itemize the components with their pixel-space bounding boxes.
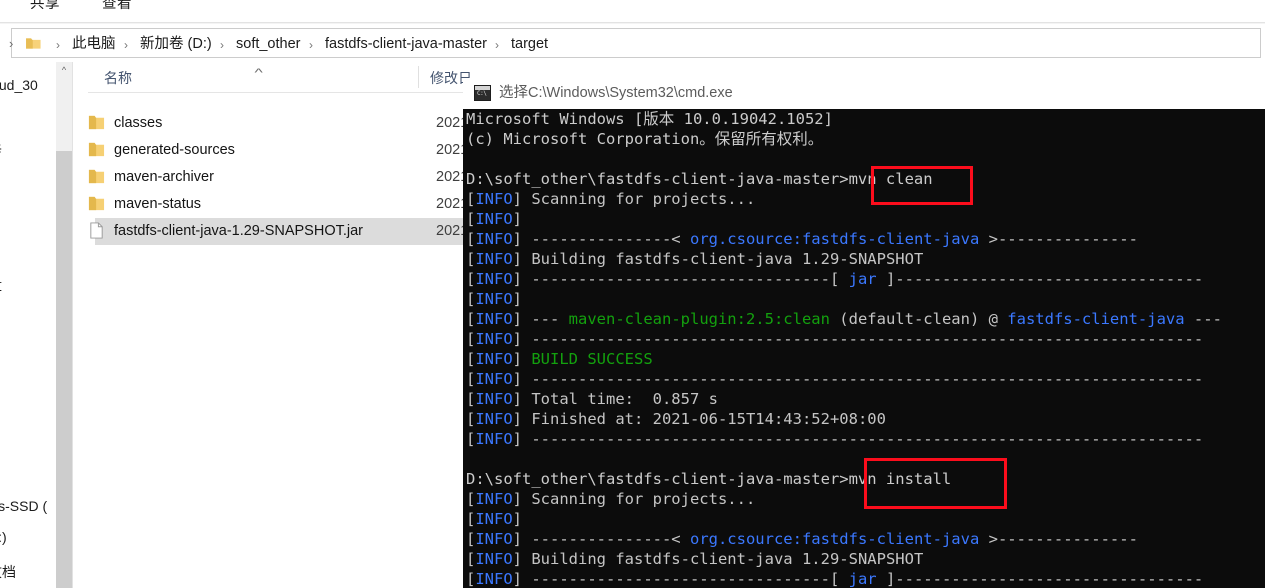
file-name: generated-sources [114, 142, 235, 158]
terminal-line: [INFO] [466, 290, 532, 308]
console-icon: C:\ [474, 85, 491, 101]
folder-icon [88, 115, 105, 130]
file-name: fastdfs-client-java-1.29-SNAPSHOT.jar [114, 223, 363, 239]
nav-item-2[interactable]: 盘 [0, 275, 2, 295]
breadcrumb-item-0[interactable]: 此电脑 [72, 35, 116, 53]
terminal-line: [INFO] Scanning for projects... [466, 190, 756, 208]
cmd-output-area[interactable]: Microsoft Windows [版本 10.0.19042.1052] (c… [463, 109, 1265, 588]
terminal-line: [INFO] BUILD SUCCESS [466, 350, 653, 368]
terminal-line: D:\soft_other\fastdfs-client-java-master… [466, 170, 933, 188]
terminal-line: [INFO] ---------------------------------… [466, 330, 1204, 348]
terminal-line: Microsoft Windows [版本 10.0.19042.1052] [466, 110, 833, 128]
nav-item-3[interactable]: ws-SSD ( [0, 498, 47, 514]
nav-scrollbar-thumb[interactable] [56, 79, 72, 151]
file-name: maven-status [114, 196, 202, 212]
terminal-line: (c) Microsoft Corporation。保留所有权利。 [466, 130, 824, 148]
scroll-up-chevron-icon[interactable]: ^ [56, 62, 72, 79]
breadcrumb-item-3[interactable]: fastdfs-client-java-master [325, 35, 487, 53]
terminal-line: [INFO] --------------------------------[… [466, 270, 1204, 288]
address-bar[interactable]: › › 此电脑 › 新加卷 (D:) › soft_other › fastdfs-clien… [0, 28, 1265, 59]
breadcrumb-separator-0[interactable]: › [56, 36, 60, 54]
ribbon-tab-0[interactable]: 共享 [30, 0, 60, 13]
column-header-name[interactable]: 名称 [104, 68, 132, 88]
terminal-line: [INFO] Building fastdfs-client-java 1.29… [466, 250, 924, 268]
folder-icon [26, 38, 41, 49]
nav-item-1[interactable]: 辛 [0, 140, 2, 160]
nav-item-5[interactable]: 文档 [0, 562, 16, 582]
nav-scrollbar-lower[interactable] [56, 151, 72, 588]
nav-item-0[interactable]: loud_30 [0, 77, 38, 93]
sort-ascending-icon: ^ [254, 67, 263, 79]
cmd-title-text: 选择C:\Windows\System32\cmd.exe [499, 85, 733, 101]
terminal-line: [INFO] ---------------------------------… [466, 430, 1204, 448]
ribbon-tab-1[interactable]: 查看 [102, 0, 132, 13]
column-divider-1[interactable] [418, 66, 419, 88]
terminal-line: [INFO] Scanning for projects... [466, 490, 756, 508]
terminal-line: [INFO] --------------------------------[… [466, 570, 1204, 588]
cmd-title-bar[interactable]: C:\ 选择C:\Windows\System32\cmd.exe [463, 78, 1265, 109]
folder-icon [88, 169, 105, 184]
address-bar-box[interactable]: › › 此电脑 › 新加卷 (D:) › soft_other › fastdfs-clien… [9, 28, 1261, 58]
terminal-line: [INFO] Finished at: 2021-06-15T14:43:52+… [466, 410, 886, 428]
terminal-line: [INFO] Building fastdfs-client-java 1.29… [466, 550, 924, 568]
file-name: maven-archiver [114, 169, 214, 185]
ribbon-divider-light [0, 23, 1265, 24]
file-name: classes [114, 115, 163, 131]
terminal-line: [INFO] ---------------------------------… [466, 370, 1204, 388]
terminal-line: [INFO] [466, 510, 532, 528]
terminal-line: [INFO] Total time: 0.857 s [466, 390, 718, 408]
navigation-pane[interactable]: loud_30 辛盘 ws-SSD ( D:) 文档 [0, 62, 56, 588]
breadcrumb-item-4[interactable]: target [511, 35, 548, 53]
command-prompt-window[interactable]: C:\ 选择C:\Windows\System32\cmd.exe Micros… [463, 78, 1265, 588]
breadcrumb-item-1[interactable]: 新加卷 (D:) [140, 35, 212, 53]
breadcrumb-separator-3[interactable]: › [309, 36, 313, 54]
file-icon [90, 222, 103, 239]
folder-icon [88, 142, 105, 157]
breadcrumb-separator-2[interactable]: › [220, 36, 224, 54]
back-chevron-icon[interactable]: › [9, 37, 19, 51]
nav-item-4[interactable]: D:) [0, 529, 7, 545]
terminal-line: [INFO] --- maven-clean-plugin:2.5:clean … [466, 310, 1222, 328]
terminal-line: [INFO] ---------------< org.csource:fast… [466, 230, 1138, 248]
terminal-line: [INFO] ---------------< org.csource:fast… [466, 530, 1138, 548]
breadcrumb-separator-1[interactable]: › [124, 36, 128, 54]
folder-icon [88, 196, 105, 211]
breadcrumb-separator-4[interactable]: › [495, 36, 499, 54]
breadcrumb-item-2[interactable]: soft_other [236, 35, 301, 53]
ribbon-tab-strip: 共享 查看 [0, 0, 1265, 20]
terminal-line: D:\soft_other\fastdfs-client-java-master… [466, 470, 952, 488]
terminal-line: [INFO] [466, 210, 532, 228]
